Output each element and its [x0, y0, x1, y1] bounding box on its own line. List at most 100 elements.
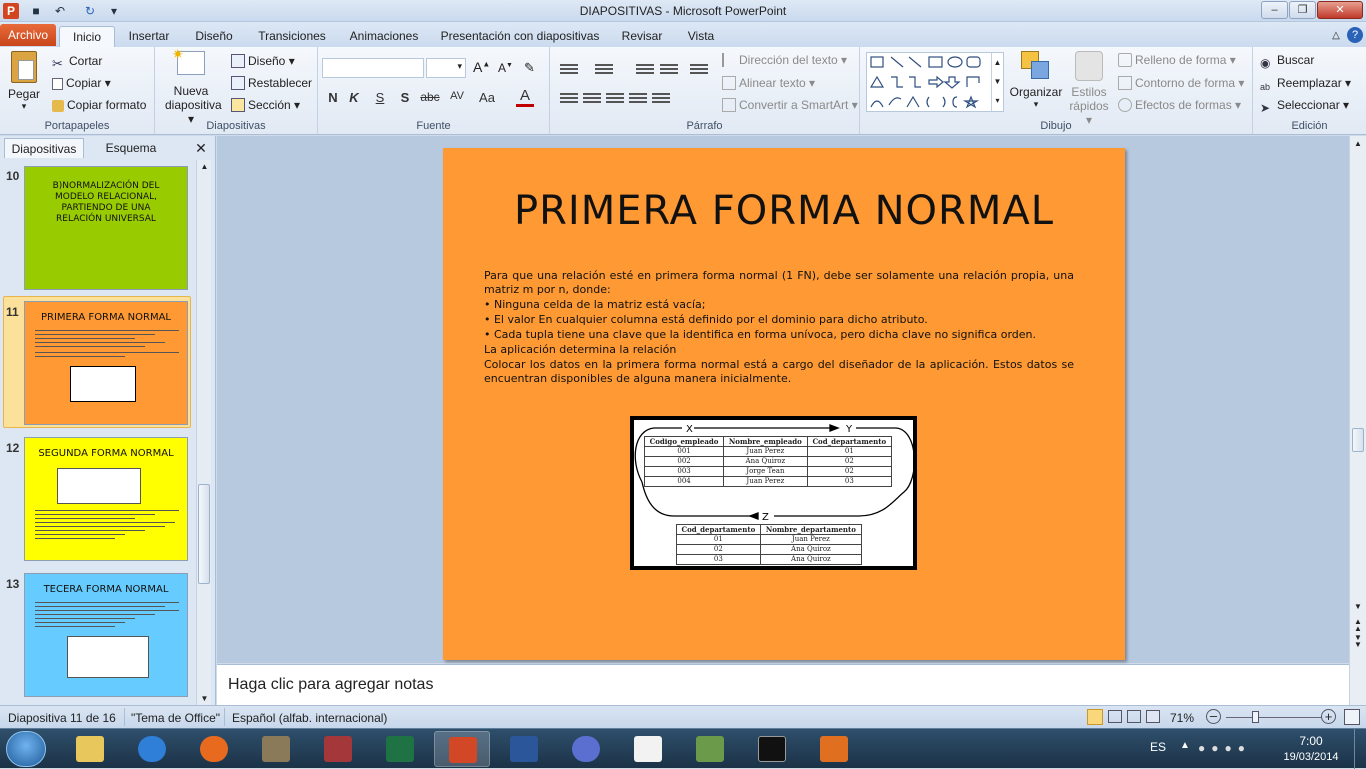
zoom-out-icon[interactable]: –	[1206, 709, 1221, 724]
taskbar-excel[interactable]	[372, 731, 428, 767]
smartart-button[interactable]: Convertir a SmartArt ▾	[722, 98, 858, 112]
increase-indent-icon[interactable]	[660, 62, 678, 76]
relation-figure[interactable]: X Y Z Codigo_empleado Nombre_empleado Co…	[630, 416, 917, 570]
clock-time[interactable]: 7:00	[1286, 734, 1336, 748]
columns-icon[interactable]	[652, 91, 670, 105]
slide-thumbnail-12[interactable]: SEGUNDA FORMA NORMAL	[24, 437, 188, 561]
slide-sorter-icon[interactable]	[1108, 710, 1122, 723]
taskbar-document[interactable]	[620, 731, 676, 767]
strikethrough-button[interactable]: abc	[418, 90, 442, 104]
scroll-down-icon[interactable]: ▼	[1350, 602, 1366, 611]
tray-icons[interactable]: ●●●●	[1198, 741, 1274, 755]
slide-body-text[interactable]: Para que una relación esté en primera fo…	[484, 269, 1074, 387]
language-indicator[interactable]: Español (alfab. internacional)	[232, 711, 387, 725]
minimize-ribbon-icon[interactable]: △	[1329, 26, 1343, 47]
taskbar-gmx[interactable]	[806, 731, 862, 767]
next-slide-icon[interactable]: ▼ ▼	[1350, 634, 1366, 649]
reset-button[interactable]: Restablecer	[231, 76, 312, 90]
shapes-gallery[interactable]: ▲ ▼ ▾	[866, 52, 1004, 112]
paste-button[interactable]: Pegar ▾	[4, 51, 44, 112]
copy-button[interactable]: Copiar ▾	[52, 76, 111, 90]
fit-to-window-icon[interactable]	[1344, 709, 1360, 725]
tab-esquema[interactable]: Esquema	[88, 138, 174, 158]
font-color-button[interactable]: A	[516, 87, 534, 107]
bold-button[interactable]: N	[324, 90, 342, 105]
scroll-thumb[interactable]	[1352, 428, 1364, 452]
normal-view-icon[interactable]	[1087, 709, 1103, 725]
new-slide-button[interactable]: ✷ Nueva diapositiva ▾	[165, 46, 222, 126]
align-text-button[interactable]: Alinear texto ▾	[722, 76, 815, 90]
grow-font-icon[interactable]: A▲	[473, 59, 490, 75]
shape-outline-button[interactable]: Contorno de forma ▾	[1118, 76, 1244, 90]
slide-thumbnail-11[interactable]: PRIMERA FORMA NORMAL	[24, 301, 188, 425]
char-spacing-button[interactable]: AV	[446, 90, 468, 102]
quick-styles-button[interactable]: Estilos rápidos ▾	[1066, 51, 1112, 127]
close-panel-icon[interactable]: ✕	[192, 138, 210, 158]
find-button[interactable]: ◉ Buscar	[1260, 53, 1314, 70]
shape-effects-button[interactable]: Efectos de formas ▾	[1118, 98, 1241, 112]
align-center-icon[interactable]	[583, 91, 601, 105]
taskbar-access[interactable]	[310, 731, 366, 767]
font-size-combo[interactable]: ▾	[426, 58, 466, 78]
taskbar-powerpoint[interactable]	[434, 731, 490, 767]
clear-format-icon[interactable]: ✎	[524, 60, 535, 76]
slide-thumbnail-13[interactable]: TECERA FORMA NORMAL	[24, 573, 188, 697]
slide-title[interactable]: PRIMERA FORMA NORMAL	[443, 188, 1125, 234]
shapes-gallery-scroll[interactable]: ▲ ▼ ▾	[991, 53, 1003, 111]
taskbar-explorer[interactable]	[62, 731, 118, 767]
taskbar-app[interactable]	[558, 731, 614, 767]
select-button[interactable]: ➤ Seleccionar ▾	[1260, 98, 1349, 115]
start-button[interactable]	[6, 731, 46, 767]
close-button[interactable]: ✕	[1317, 1, 1363, 19]
tab-diseno[interactable]: Diseño	[190, 26, 238, 47]
align-right-icon[interactable]	[606, 91, 624, 105]
layout-button[interactable]: Diseño ▾	[231, 54, 295, 68]
section-button[interactable]: Sección ▾	[231, 98, 300, 112]
previous-slide-icon[interactable]: ▲ ▲	[1350, 618, 1366, 633]
show-desktop-button[interactable]	[1354, 729, 1366, 769]
tab-transiciones[interactable]: Transiciones	[253, 26, 331, 47]
change-case-button[interactable]: Aa	[476, 90, 498, 105]
scroll-up-icon[interactable]: ▲	[1350, 139, 1366, 148]
decrease-indent-icon[interactable]	[636, 62, 654, 76]
format-painter-button[interactable]: Copiar formato	[52, 98, 146, 112]
restore-button[interactable]: ❐	[1289, 1, 1316, 19]
panel-scrollbar[interactable]: ▲ ▼	[196, 160, 211, 705]
shadow-button[interactable]: S	[396, 90, 414, 105]
notes-pane[interactable]: Haga clic para agregar notas	[217, 664, 1349, 705]
slideshow-icon[interactable]	[1146, 710, 1160, 723]
minimize-button[interactable]: –	[1261, 1, 1288, 19]
notes-placeholder[interactable]: Haga clic para agregar notas	[228, 676, 433, 694]
bullets-icon[interactable]	[560, 62, 578, 76]
panel-scroll-thumb[interactable]	[198, 484, 210, 584]
numbering-icon[interactable]	[595, 62, 613, 76]
replace-button[interactable]: ab Reemplazar ▾	[1260, 76, 1351, 96]
reading-view-icon[interactable]	[1127, 710, 1141, 723]
clock-date[interactable]: 19/03/2014	[1276, 751, 1346, 763]
tab-insertar[interactable]: Insertar	[122, 26, 176, 47]
tab-animaciones[interactable]: Animaciones	[344, 26, 424, 47]
tab-diapositivas[interactable]: Diapositivas	[4, 138, 84, 158]
theme-name[interactable]: "Tema de Office"	[131, 711, 220, 725]
shape-fill-button[interactable]: Relleno de forma ▾	[1118, 53, 1236, 67]
justify-icon[interactable]	[629, 91, 647, 105]
tab-revisar[interactable]: Revisar	[617, 26, 667, 47]
italic-button[interactable]: K	[345, 90, 363, 105]
taskbar-word[interactable]	[496, 731, 552, 767]
underline-button[interactable]: S	[371, 90, 389, 105]
tab-inicio[interactable]: Inicio	[59, 26, 115, 47]
line-spacing-icon[interactable]	[690, 62, 708, 76]
taskbar-ie[interactable]	[124, 731, 180, 767]
tab-archivo[interactable]: Archivo	[0, 24, 56, 46]
text-direction-button[interactable]: Dirección del texto ▾	[722, 53, 847, 67]
taskbar-firefox[interactable]	[186, 731, 242, 767]
taskbar-network[interactable]	[682, 731, 738, 767]
slide-thumbnail-10[interactable]: B)NORMALIZACIÓN DEL MODELO RELACIONAL, P…	[24, 166, 188, 290]
zoom-slider[interactable]	[1226, 717, 1322, 718]
zoom-in-icon[interactable]: +	[1321, 709, 1336, 724]
slide-canvas[interactable]: PRIMERA FORMA NORMAL Para que una relaci…	[443, 148, 1125, 660]
font-name-combo[interactable]	[322, 58, 424, 78]
tab-vista[interactable]: Vista	[681, 26, 721, 47]
zoom-level[interactable]: 71%	[1170, 711, 1194, 725]
cut-button[interactable]: ✂ Cortar	[52, 54, 102, 71]
